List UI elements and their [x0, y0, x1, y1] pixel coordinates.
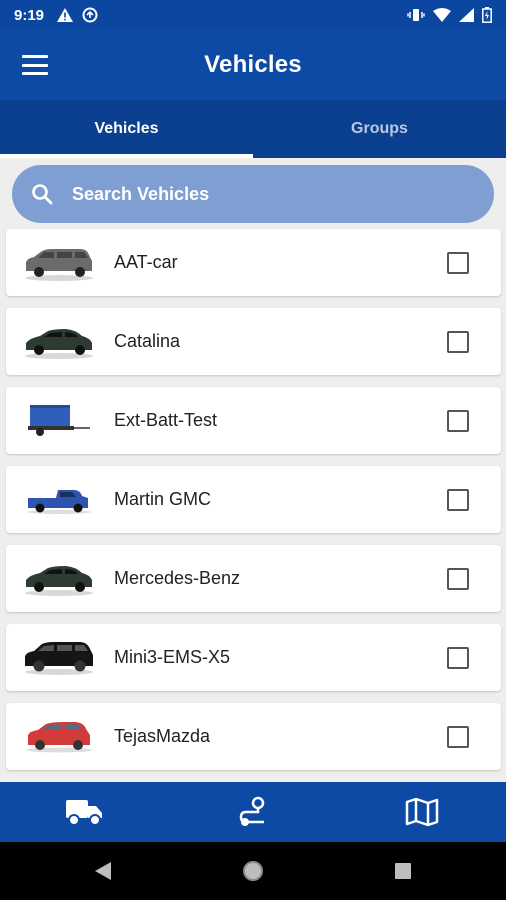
- search-input[interactable]: Search Vehicles: [12, 165, 494, 223]
- vehicle-list: AAT-car Catalina Ext-Batt-Test Martin GM…: [6, 229, 501, 782]
- route-icon: [239, 796, 265, 826]
- vehicle-name: Mini3-EMS-X5: [114, 647, 231, 667]
- vehicle-checkbox[interactable]: [447, 568, 469, 590]
- data-saver-icon: [82, 7, 98, 23]
- vehicle-name: Ext-Batt-Test: [114, 410, 218, 430]
- warning-icon: [57, 8, 74, 22]
- vehicle-checkbox[interactable]: [447, 331, 469, 353]
- system-recents-button[interactable]: [328, 861, 478, 881]
- vehicle-name: Martin GMC: [114, 489, 212, 509]
- nav-routes[interactable]: [169, 782, 338, 842]
- tab-groups[interactable]: Groups: [253, 100, 506, 158]
- list-item[interactable]: Martin GMC: [6, 466, 501, 533]
- vehicle-name: Catalina: [114, 331, 181, 351]
- nav-vehicles[interactable]: [0, 782, 169, 842]
- sedan-dark-icon: [25, 328, 93, 359]
- vehicle-checkbox[interactable]: [447, 647, 469, 669]
- truck-icon: [66, 800, 103, 826]
- status-notification-icons: [56, 7, 98, 23]
- suv-black-icon: [25, 641, 93, 675]
- home-circle-icon: [243, 861, 263, 881]
- bottom-nav: [0, 782, 506, 842]
- status-system-icons: [407, 7, 492, 23]
- app-bar: Vehicles: [0, 30, 506, 100]
- back-triangle-icon: [95, 862, 111, 880]
- trailer-blue-icon: [28, 404, 90, 436]
- vehicle-name: TejasMazda: [114, 726, 211, 746]
- search-icon: [32, 184, 53, 205]
- signal-icon: [459, 8, 474, 22]
- vehicle-name: AAT-car: [114, 252, 178, 272]
- list-item[interactable]: AAT-car: [6, 229, 501, 296]
- list-item[interactable]: Mini3-EMS-X5: [6, 624, 501, 691]
- vehicle-checkbox[interactable]: [447, 252, 469, 274]
- system-back-button[interactable]: [28, 860, 178, 882]
- system-nav-bar: [0, 842, 506, 900]
- status-time: 9:19: [14, 6, 45, 24]
- tab-bar: Vehicles Groups: [0, 100, 506, 158]
- list-item[interactable]: Mercedes-Benz: [6, 545, 501, 612]
- tab-vehicles[interactable]: Vehicles: [0, 100, 253, 158]
- status-bar: 9:19: [0, 0, 506, 30]
- list-item[interactable]: Catalina: [6, 308, 501, 375]
- nav-map[interactable]: [337, 782, 506, 842]
- vehicle-name: Mercedes-Benz: [114, 568, 241, 588]
- suv-gray-icon: [25, 248, 93, 281]
- list-item[interactable]: Ext-Batt-Test: [6, 387, 501, 454]
- search-placeholder: Search Vehicles: [72, 183, 210, 204]
- vibrate-icon: [407, 9, 425, 21]
- vehicle-checkbox[interactable]: [447, 410, 469, 432]
- hatchback-red-icon: [26, 721, 92, 752]
- sedan-dark-icon: [25, 565, 93, 596]
- menu-icon[interactable]: [20, 52, 50, 78]
- list-item[interactable]: TejasMazda: [6, 703, 501, 770]
- system-home-button[interactable]: [178, 859, 328, 883]
- vehicle-checkbox[interactable]: [447, 726, 469, 748]
- map-icon: [405, 797, 438, 827]
- wifi-icon: [433, 8, 451, 22]
- vehicle-checkbox[interactable]: [447, 489, 469, 511]
- battery-icon: [482, 7, 492, 23]
- page-title: Vehicles: [204, 51, 302, 78]
- pickup-blue-icon: [27, 489, 91, 514]
- recents-square-icon: [395, 863, 411, 879]
